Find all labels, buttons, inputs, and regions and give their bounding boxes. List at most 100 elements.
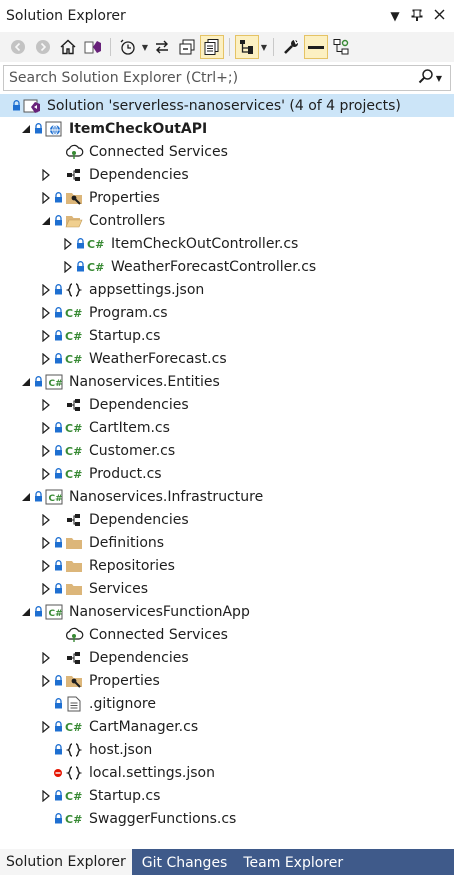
tree-item[interactable]: Dependencies bbox=[0, 508, 454, 531]
expand-arrow-icon[interactable] bbox=[40, 329, 52, 342]
tree-item-label: Solution 'serverless-nanoservices' (4 of… bbox=[47, 97, 401, 114]
overlay-spacer bbox=[52, 398, 64, 412]
tree-item[interactable]: C# CartItem.cs bbox=[0, 416, 454, 439]
expand-arrow-icon[interactable] bbox=[40, 674, 52, 687]
preview-dropdown-icon[interactable]: ▼ bbox=[260, 43, 268, 52]
tree-item[interactable]: Controllers bbox=[0, 209, 454, 232]
tree-item[interactable]: local.settings.json bbox=[0, 761, 454, 784]
tree-item[interactable]: C# Startup.cs bbox=[0, 784, 454, 807]
expand-arrow-icon[interactable] bbox=[40, 651, 52, 664]
expand-arrow-icon[interactable] bbox=[40, 191, 52, 204]
expand-arrow-icon[interactable] bbox=[40, 168, 52, 181]
tree-item[interactable]: Repositories bbox=[0, 554, 454, 577]
tree-item[interactable]: Dependencies bbox=[0, 646, 454, 669]
lock-icon bbox=[10, 99, 22, 113]
expand-arrow-icon[interactable] bbox=[40, 789, 52, 802]
forward-button[interactable] bbox=[31, 35, 55, 59]
tree-item[interactable]: Connected Services bbox=[0, 623, 454, 646]
collapse-arrow-icon[interactable] bbox=[20, 376, 32, 388]
close-icon[interactable] bbox=[432, 9, 446, 23]
tree-item[interactable]: C# Program.cs bbox=[0, 301, 454, 324]
expand-arrow-icon[interactable] bbox=[40, 582, 52, 595]
tree-item[interactable]: Connected Services bbox=[0, 140, 454, 163]
collapse-arrow-icon[interactable] bbox=[20, 606, 32, 618]
tree-item[interactable]: C# Customer.cs bbox=[0, 439, 454, 462]
folder-icon bbox=[64, 580, 84, 598]
tree-item[interactable]: C# NanoservicesFunctionApp bbox=[0, 600, 454, 623]
tree-item[interactable]: C# SwaggerFunctions.cs bbox=[0, 807, 454, 830]
show-all-files-icon bbox=[204, 39, 219, 55]
pending-changes-dropdown-icon[interactable]: ▼ bbox=[141, 43, 149, 52]
search-options-dropdown-icon[interactable]: ▼ bbox=[436, 74, 442, 83]
toolbar-separator bbox=[229, 38, 230, 56]
search-icon[interactable] bbox=[418, 68, 434, 88]
tree-item[interactable]: Dependencies bbox=[0, 163, 454, 186]
tree-item[interactable]: host.json bbox=[0, 738, 454, 761]
tab-git-changes[interactable]: Git Changes bbox=[136, 851, 234, 875]
tree-item[interactable]: Properties bbox=[0, 669, 454, 692]
expand-arrow-icon[interactable] bbox=[40, 352, 52, 365]
show-all-files-button[interactable] bbox=[200, 35, 224, 59]
home-button[interactable] bbox=[56, 35, 80, 59]
back-button[interactable] bbox=[6, 35, 30, 59]
preview-selected-items-button[interactable] bbox=[235, 35, 259, 59]
expand-arrow-icon[interactable] bbox=[40, 513, 52, 526]
tree-item[interactable]: Properties bbox=[0, 186, 454, 209]
search-input[interactable] bbox=[4, 67, 418, 89]
svg-text:C#: C# bbox=[65, 307, 82, 320]
expand-arrow-icon[interactable] bbox=[40, 536, 52, 549]
pin-icon[interactable] bbox=[410, 9, 424, 24]
expand-arrow-icon[interactable] bbox=[40, 283, 52, 296]
csharp-file-icon: C# bbox=[64, 810, 84, 828]
expand-arrow-icon[interactable] bbox=[40, 720, 52, 733]
collapse-arrow-icon[interactable] bbox=[20, 491, 32, 503]
lock-icon bbox=[32, 605, 44, 619]
preview-pane-button[interactable] bbox=[304, 35, 328, 59]
switch-views-button[interactable] bbox=[81, 35, 105, 59]
collapse-arrow-icon[interactable] bbox=[20, 123, 32, 135]
tree-item[interactable]: C# Product.cs bbox=[0, 462, 454, 485]
tree-item[interactable]: .gitignore bbox=[0, 692, 454, 715]
tree-item[interactable]: C# Nanoservices.Entities bbox=[0, 370, 454, 393]
svg-text:C#: C# bbox=[65, 790, 82, 803]
tree-item[interactable]: appsettings.json bbox=[0, 278, 454, 301]
sync-with-active-document-button[interactable] bbox=[150, 35, 174, 59]
expand-arrow-icon[interactable] bbox=[62, 260, 74, 273]
tree-item[interactable]: Definitions bbox=[0, 531, 454, 554]
tree-item-label: Dependencies bbox=[89, 649, 189, 666]
view-class-diagram-button[interactable] bbox=[329, 35, 353, 59]
expand-arrow-icon[interactable] bbox=[40, 559, 52, 572]
tree-item[interactable]: C# WeatherForecastController.cs bbox=[0, 255, 454, 278]
tree-item[interactable]: ItemCheckOutAPI bbox=[0, 117, 454, 140]
expand-arrow-icon[interactable] bbox=[40, 306, 52, 319]
tree-item-label: SwaggerFunctions.cs bbox=[89, 810, 237, 827]
tree-item-label: Product.cs bbox=[89, 465, 162, 482]
collapse-arrow-icon[interactable] bbox=[40, 215, 52, 227]
tree-item[interactable]: Dependencies bbox=[0, 393, 454, 416]
collapse-all-button[interactable] bbox=[175, 35, 199, 59]
tree-item[interactable]: C# Startup.cs bbox=[0, 324, 454, 347]
tree-item[interactable]: C# WeatherForecast.cs bbox=[0, 347, 454, 370]
expand-arrow-icon[interactable] bbox=[40, 421, 52, 434]
expand-arrow-icon[interactable] bbox=[40, 398, 52, 411]
solution-tree: Solution 'serverless-nanoservices' (4 of… bbox=[0, 94, 454, 830]
pending-changes-filter-button[interactable] bbox=[116, 35, 140, 59]
tree-item[interactable]: C# ItemCheckOutController.cs bbox=[0, 232, 454, 255]
tree-item[interactable]: C# Nanoservices.Infrastructure bbox=[0, 485, 454, 508]
overlay-spacer bbox=[52, 513, 64, 527]
tree-item[interactable]: Solution 'serverless-nanoservices' (4 of… bbox=[0, 94, 454, 117]
tab-solution-explorer[interactable]: Solution Explorer bbox=[0, 849, 132, 875]
class-view-icon bbox=[240, 40, 253, 54]
tree-item[interactable]: Services bbox=[0, 577, 454, 600]
tree-item[interactable]: C# CartManager.cs bbox=[0, 715, 454, 738]
expand-arrow-icon[interactable] bbox=[62, 237, 74, 250]
visual-studio-icon bbox=[84, 41, 101, 54]
expand-arrow-icon[interactable] bbox=[40, 467, 52, 480]
window-position-dropdown-icon[interactable]: ▼ bbox=[388, 9, 402, 23]
svg-text:C#: C# bbox=[49, 494, 63, 504]
arrow-spacer bbox=[40, 744, 52, 756]
tab-team-explorer[interactable]: Team Explorer bbox=[237, 851, 349, 875]
csharp-project-icon: C# bbox=[44, 373, 64, 391]
expand-arrow-icon[interactable] bbox=[40, 444, 52, 457]
properties-button[interactable] bbox=[279, 35, 303, 59]
